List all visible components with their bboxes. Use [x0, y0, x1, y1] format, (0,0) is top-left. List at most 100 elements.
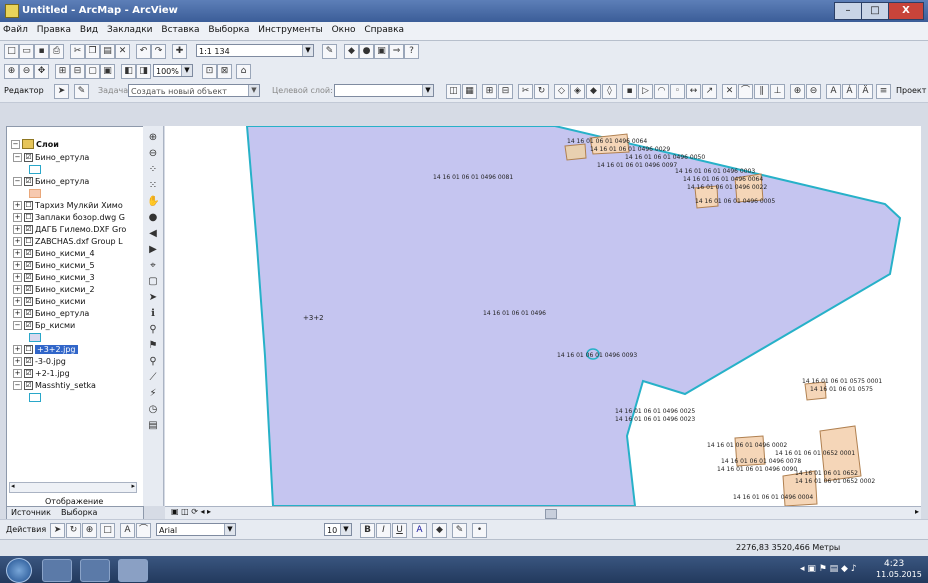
layer-symbol-swatch[interactable]	[29, 165, 41, 174]
intersect-icon[interactable]: ✕	[722, 84, 737, 99]
distance-icon[interactable]: ↔	[686, 84, 701, 99]
layer-visibility-checkbox[interactable]: ☐	[24, 201, 33, 210]
line-color-icon[interactable]: ✎	[452, 523, 467, 538]
layer-symbol-swatch[interactable]	[29, 393, 41, 402]
expand-icon[interactable]: +	[13, 249, 22, 258]
georef-icon[interactable]: ≡	[876, 84, 891, 99]
menu-selection[interactable]: Выборка	[205, 22, 252, 35]
toc-layer-row[interactable]: + ☐ Тархиз Мулкйи Химо	[13, 201, 123, 210]
collapse-icon[interactable]: −	[13, 381, 22, 390]
annotation-icon[interactable]: Ä	[858, 84, 873, 99]
sketch-props-icon[interactable]: ◫	[446, 84, 461, 99]
go-forward-icon[interactable]: ◨	[136, 64, 151, 79]
expand-icon[interactable]: +	[13, 345, 22, 354]
measure-icon[interactable]: ⟋	[147, 372, 159, 384]
print-icon[interactable]: ⎙	[49, 44, 64, 59]
copy-icon[interactable]: ❐	[85, 44, 100, 59]
route-icon[interactable]: ⚑	[147, 340, 159, 352]
midpoint-icon[interactable]: ◦	[670, 84, 685, 99]
expand-icon[interactable]: +	[13, 369, 22, 378]
arctoolbox-icon[interactable]: ◆	[344, 44, 359, 59]
sketch-tool-icon[interactable]: ✎	[74, 84, 89, 99]
expand-icon[interactable]: +	[13, 285, 22, 294]
tab-source[interactable]: Источник	[11, 508, 51, 517]
expand-icon[interactable]: +	[13, 309, 22, 318]
select-features-icon[interactable]: ⌖	[147, 260, 159, 272]
toc-layer-row[interactable]: − ☑ Masshtiy_setka	[13, 381, 96, 390]
pan-page-icon[interactable]: ✥	[34, 64, 49, 79]
font-combo[interactable]: Arial ▼	[156, 523, 236, 536]
layer-visibility-checkbox[interactable]: ☐	[24, 345, 33, 354]
fixed-zoom-out-icon[interactable]: ⁙	[147, 180, 159, 192]
menu-tools[interactable]: Инструменты	[255, 22, 325, 35]
offset-icon[interactable]: ⊖	[806, 84, 821, 99]
menu-file[interactable]: Файл	[0, 22, 31, 35]
full-extent-icon[interactable]: ●	[147, 212, 159, 224]
zoom-in-page-icon[interactable]: ⊕	[4, 64, 19, 79]
whole-page-icon[interactable]: ▢	[85, 64, 100, 79]
layer-visibility-checkbox[interactable]: ☑	[24, 273, 33, 282]
map-display[interactable]: +3+2 14 16 01 06 01 0496 14 16 01 06 01 …	[165, 126, 921, 506]
expand-icon[interactable]: +	[13, 357, 22, 366]
layer-visibility-checkbox[interactable]: ☑	[24, 357, 33, 366]
select-elements-icon[interactable]: ➤	[147, 292, 159, 304]
menu-window[interactable]: Окно	[329, 22, 359, 35]
toc-layer-row[interactable]: + ☑ Бино_ертула	[13, 309, 89, 318]
fixed-zoom-in-icon[interactable]: ⁘	[147, 164, 159, 176]
fill-color-icon[interactable]: ◆	[432, 523, 447, 538]
scale-combo[interactable]: 1:1 134 ▼	[196, 44, 314, 57]
scroll-right-icon[interactable]: ▸	[131, 482, 135, 490]
clear-selection-icon[interactable]: ▢	[147, 276, 159, 288]
expand-icon[interactable]: +	[13, 297, 22, 306]
scroll-thumb[interactable]	[545, 509, 557, 519]
endpoint-icon[interactable]: ⊕	[790, 84, 805, 99]
html-popup-icon[interactable]: ▤	[147, 420, 159, 432]
editor-toolbar-icon[interactable]: ✎	[322, 44, 337, 59]
cut-icon[interactable]: ✂	[70, 44, 85, 59]
main-parcel-polygon[interactable]	[245, 126, 902, 506]
rotate-icon[interactable]: ↻	[66, 523, 81, 538]
model-builder-icon[interactable]: ⇒	[389, 44, 404, 59]
toc-layer-row[interactable]: + ☑ ДАГБ Гилемо.DXF Gro	[13, 225, 126, 234]
fixed-zoom-in-icon[interactable]: ⊞	[55, 64, 70, 79]
editor-menu[interactable]: Редактор	[4, 86, 44, 95]
toc-layer-row[interactable]: + ☑ Бино_кисми_3	[13, 273, 95, 282]
italic-icon[interactable]: I	[376, 523, 391, 538]
tangent-icon[interactable]: ⌒	[738, 84, 753, 99]
zoom-out-icon[interactable]: ⊖	[147, 148, 159, 160]
taskbar-explorer-icon[interactable]	[80, 559, 110, 582]
select-elements-icon[interactable]: ➤	[50, 523, 65, 538]
toc-layer-row[interactable]: + ☑ Бино_кисми_4	[13, 249, 95, 258]
paste-icon[interactable]: ▤	[100, 44, 115, 59]
rectangle-icon[interactable]: □	[100, 523, 115, 538]
time-slider-icon[interactable]: ◷	[147, 404, 159, 416]
zoom-combo[interactable]: 100% ▼	[153, 64, 193, 77]
go-to-xy-icon[interactable]: ⚲	[147, 356, 159, 368]
change-layout-icon[interactable]: ⌂	[236, 64, 251, 79]
layer-visibility-checkbox[interactable]: ☑	[24, 381, 33, 390]
attributes-icon[interactable]: ▦	[462, 84, 477, 99]
text-tool-icon[interactable]: A	[826, 84, 841, 99]
taskbar-arcmap-icon[interactable]	[118, 559, 148, 582]
snap-icon[interactable]: ⊟	[498, 84, 513, 99]
expand-icon[interactable]: +	[13, 213, 22, 222]
bold-icon[interactable]: B	[360, 523, 375, 538]
layer-visibility-checkbox[interactable]: ☑	[24, 297, 33, 306]
layer-visibility-checkbox[interactable]: ☑	[24, 369, 33, 378]
font-color-icon[interactable]: A	[412, 523, 427, 538]
toc-layer-row[interactable]: + ☐ Заплаки бозор.dwg G	[13, 213, 125, 222]
new-curve-icon[interactable]: ⌒	[136, 523, 151, 538]
pan-icon[interactable]: ✋	[147, 196, 159, 208]
layer-symbol-swatch[interactable]	[29, 333, 41, 342]
menu-insert[interactable]: Вставка	[158, 22, 202, 35]
expand-icon[interactable]: +	[13, 237, 22, 246]
whats-this-icon[interactable]: ?	[404, 44, 419, 59]
layer-visibility-checkbox[interactable]: ☑	[24, 177, 33, 186]
layout-view-icon[interactable]: ▣ ◫ ⟳ ◂ ▸	[171, 507, 211, 516]
toc-layer-row[interactable]: − ☑ Бино_ертула	[13, 153, 89, 162]
reshape-icon[interactable]: ◇	[554, 84, 569, 99]
edit-tool-icon[interactable]: ➤	[54, 84, 69, 99]
new-icon[interactable]: □	[4, 44, 19, 59]
vertex-icon[interactable]: ▪	[622, 84, 637, 99]
layer-visibility-checkbox[interactable]: ☐	[24, 237, 33, 246]
